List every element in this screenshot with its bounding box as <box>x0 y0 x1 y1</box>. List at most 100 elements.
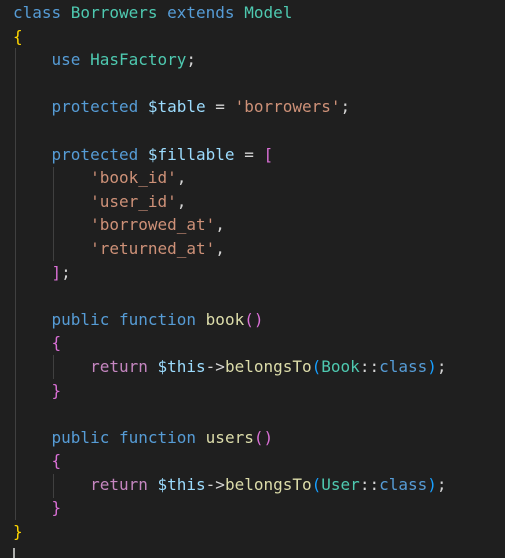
code-token: $fillable <box>147 144 235 164</box>
code-line[interactable]: protected $fillable = [ <box>13 143 505 167</box>
code-token: extends <box>167 3 245 22</box>
code-token: Book <box>321 356 360 376</box>
code-line[interactable]: } <box>13 379 505 403</box>
code-token: Borrowers <box>70 3 168 22</box>
code-token: ] <box>51 262 62 282</box>
code-line[interactable]: { <box>13 449 505 473</box>
code-token: ( <box>311 356 322 376</box>
code-token: ; <box>340 97 351 117</box>
code-line[interactable]: ​ <box>13 72 505 96</box>
code-token: = <box>234 144 264 164</box>
code-token: return <box>90 474 158 494</box>
code-token: -> <box>205 356 225 376</box>
code-token: , <box>215 238 225 258</box>
text-cursor <box>13 548 15 558</box>
code-line[interactable]: 'book_id', <box>13 166 505 190</box>
code-token: users <box>205 427 254 447</box>
code-line[interactable]: ​ <box>13 284 505 308</box>
code-token: , <box>215 215 225 235</box>
code-token: ; <box>436 356 447 376</box>
code-token: [ <box>263 144 274 164</box>
code-token: $this <box>157 356 206 376</box>
code-token: class <box>379 474 428 494</box>
code-token: } <box>51 380 62 400</box>
code-token: function <box>118 427 206 447</box>
code-token: public <box>51 309 119 329</box>
code-line[interactable]: use HasFactory; <box>13 48 505 72</box>
code-token: 'borrowed_at' <box>90 215 216 235</box>
code-token: $this <box>157 474 206 494</box>
code-token: 'borrowers' <box>234 97 341 117</box>
code-line[interactable]: 'returned_at', <box>13 237 505 261</box>
code-token: $table <box>147 97 206 117</box>
code-token: } <box>13 522 23 542</box>
code-token: use <box>51 50 91 70</box>
code-token: protected <box>51 97 148 117</box>
code-line[interactable]: ​ <box>13 402 505 426</box>
code-token: :: <box>359 474 380 494</box>
code-line[interactable]: ]; <box>13 261 505 285</box>
code-token: belongsTo <box>224 474 312 494</box>
code-lines[interactable]: class Borrowers extends Model{ use HasFa… <box>13 1 505 544</box>
code-token: () <box>244 309 264 329</box>
code-editor[interactable]: class Borrowers extends Model{ use HasFa… <box>0 0 505 558</box>
code-token: ; <box>436 474 447 494</box>
code-token: class <box>379 356 428 376</box>
code-token: protected <box>51 144 148 164</box>
code-token: function <box>118 309 206 329</box>
code-line[interactable]: public function book() <box>13 308 505 332</box>
code-token: , <box>176 168 187 188</box>
code-token: { <box>51 333 62 353</box>
code-line[interactable]: { <box>13 331 505 355</box>
code-token: HasFactory <box>90 50 187 70</box>
code-token: return <box>90 356 158 376</box>
code-token: { <box>51 451 62 471</box>
code-token: :: <box>359 356 380 376</box>
code-token: ( <box>311 474 322 494</box>
code-line[interactable]: return $this->belongsTo(Book::class); <box>13 355 505 379</box>
code-token: = <box>205 97 235 117</box>
code-token: public <box>51 427 119 447</box>
code-line[interactable]: } <box>13 520 505 544</box>
code-token: } <box>51 498 62 518</box>
code-token: User <box>321 474 360 494</box>
code-token: () <box>253 427 274 447</box>
code-token: ; <box>61 262 71 282</box>
code-token: belongsTo <box>224 356 312 376</box>
code-token: , <box>176 191 187 211</box>
code-token: ; <box>186 50 197 70</box>
code-token: 'user_id' <box>90 191 177 211</box>
code-line[interactable]: return $this->belongsTo(User::class); <box>13 473 505 497</box>
code-line[interactable]: protected $table = 'borrowers'; <box>13 95 505 119</box>
code-line[interactable]: } <box>13 496 505 520</box>
code-line[interactable]: { <box>13 25 505 49</box>
code-token: -> <box>205 474 225 494</box>
code-line[interactable]: 'borrowed_at', <box>13 213 505 237</box>
code-token: Model <box>244 3 293 22</box>
code-line[interactable]: class Borrowers extends Model <box>13 1 505 25</box>
code-token: book <box>205 309 245 329</box>
code-line[interactable]: public function users() <box>13 426 505 450</box>
code-token: 'returned_at' <box>90 238 216 258</box>
code-token: { <box>13 26 23 46</box>
code-token: 'book_id' <box>90 168 177 188</box>
code-token: ) <box>427 474 437 494</box>
code-line[interactable]: 'user_id', <box>13 190 505 214</box>
code-line[interactable]: ​ <box>13 119 505 143</box>
